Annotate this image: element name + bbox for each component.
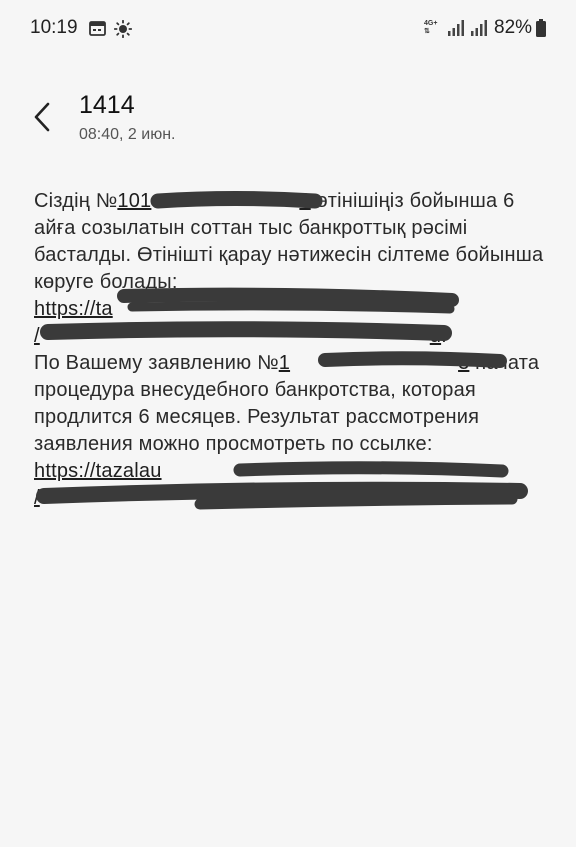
ru-result-link[interactable]: https://tazalau / (34, 460, 510, 509)
message-text-kz: Сіздің №101 8 өтінішіңіз бойынша 6 айға с… (34, 190, 544, 347)
kz-result-link[interactable]: https://ta / d (34, 298, 533, 347)
conversation-title: 1414 (79, 91, 135, 119)
signal-icon (448, 20, 464, 36)
message-text-ru: По Вашему заявлению №1 3 начата процедура… (34, 352, 540, 509)
status-time: 10:19 (30, 17, 78, 38)
application-number-link[interactable]: 101 8 (117, 190, 310, 212)
signal-icon (471, 20, 487, 36)
message-body: Сіздің №101 8 өтінішіңіз бойынша 6 айға с… (34, 188, 554, 512)
message-timestamp: 08:40, 2 июн. (79, 126, 176, 143)
calendar-icon (89, 21, 106, 36)
network-type-icon: 4G+ ⇅ (424, 20, 438, 35)
battery-icon (536, 19, 546, 37)
application-number-link[interactable]: 13 (279, 352, 470, 374)
back-arrow-icon[interactable] (32, 100, 54, 134)
battery-percent: 82% (494, 17, 533, 38)
sun-icon (114, 20, 132, 38)
status-bar: 10:19 4G+ ⇅ 82% (0, 0, 576, 56)
